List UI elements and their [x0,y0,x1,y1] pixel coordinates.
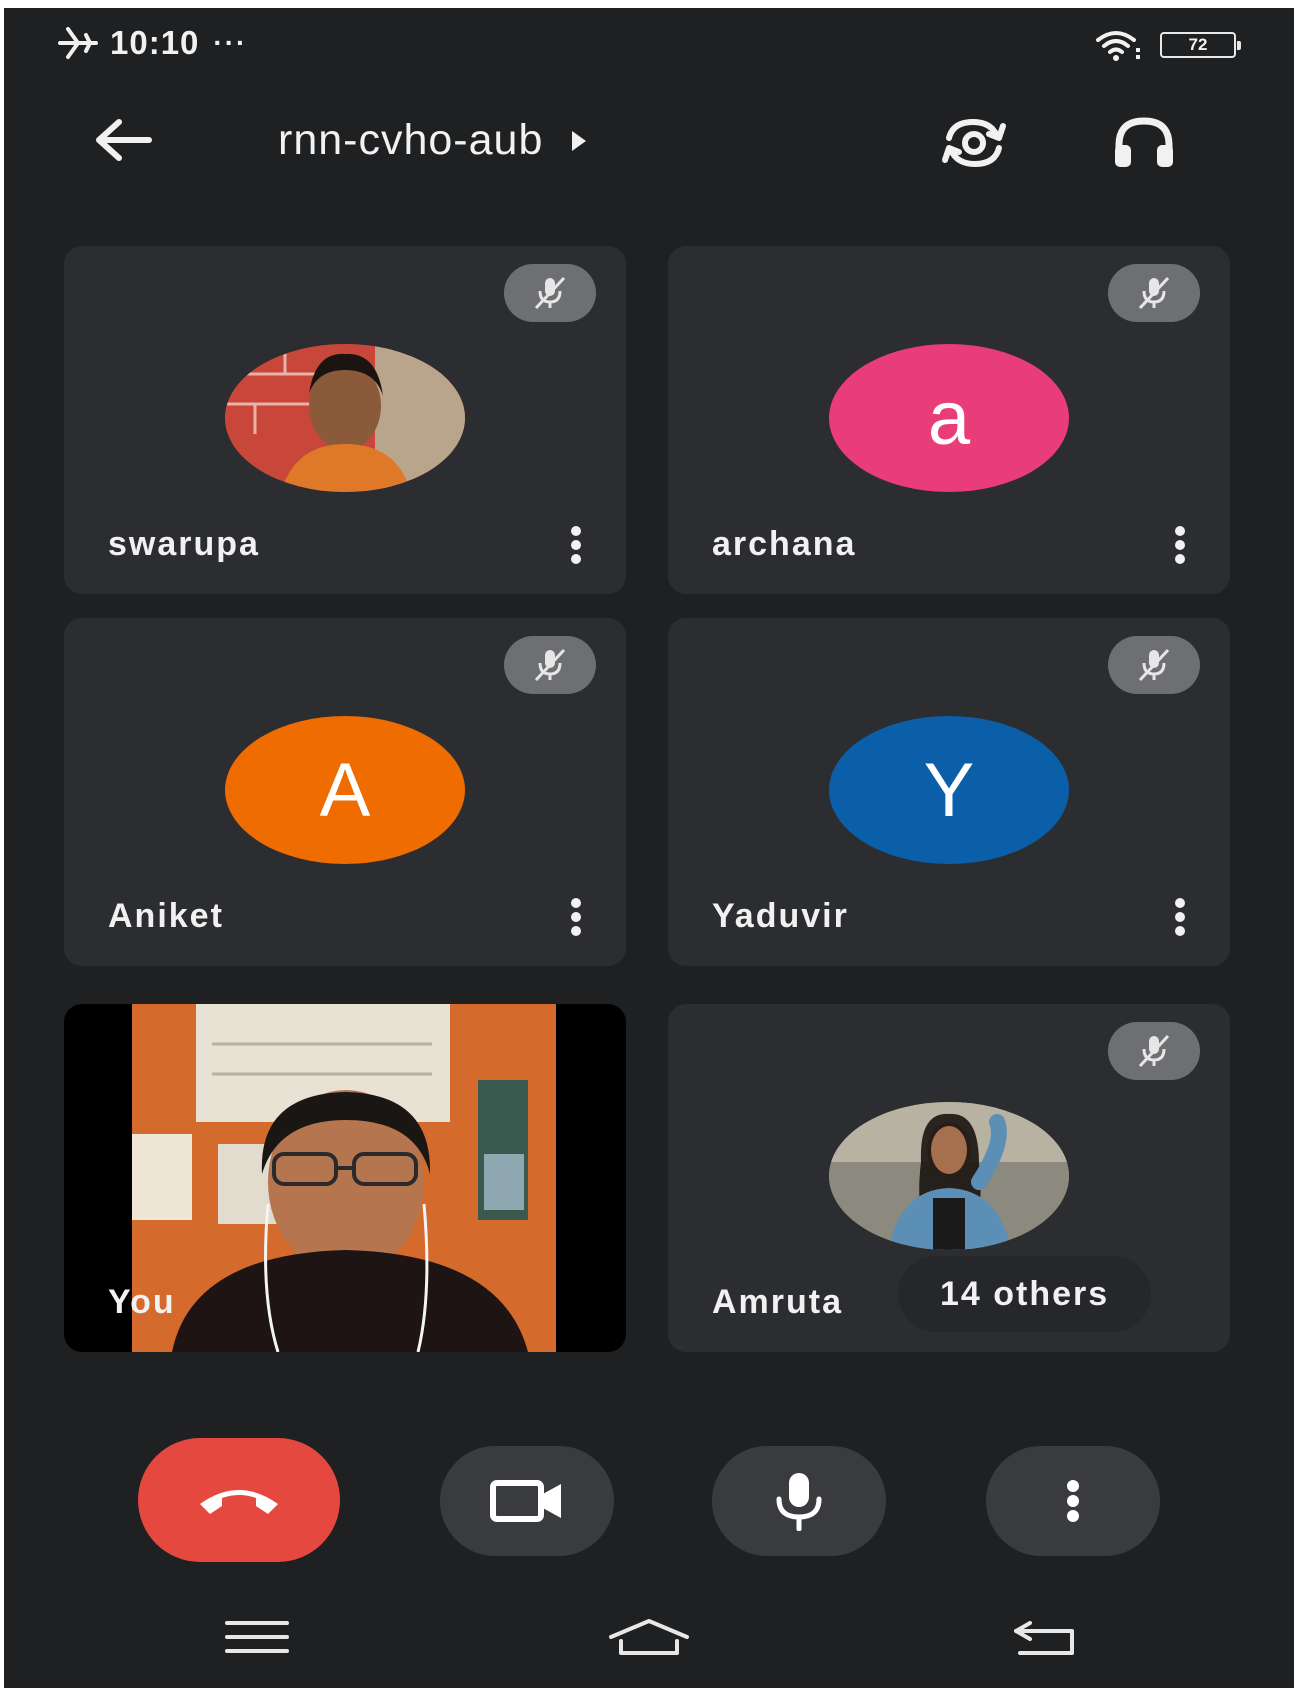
avatar-initial: Y [829,716,1069,864]
participant-name: Amruta [712,1283,844,1321]
participant-tile-yaduvir[interactable]: Y Yaduvir [668,618,1230,966]
participant-photo [225,344,465,492]
call-controls [4,1438,1294,1568]
status-overflow-dots: ··· [213,27,248,58]
battery-icon: 72 [1160,32,1241,58]
participant-options-button[interactable] [556,520,596,570]
system-nav-bar [4,1598,1294,1678]
participant-options-button[interactable] [1160,892,1200,942]
muted-badge [504,264,596,322]
meet-call-screen: 10:10 ··· 72 rnn-cvho-aub swarupa a arch… [4,8,1294,1688]
more-vert-icon [1175,526,1185,564]
muted-badge [1108,1022,1200,1080]
muted-badge [1108,636,1200,694]
home-icon [609,1619,689,1655]
participant-tile-aniket[interactable]: A Aniket [64,618,626,966]
muted-badge [1108,264,1200,322]
more-vert-icon [1175,898,1185,936]
switch-camera-icon [942,118,1006,168]
mic-off-icon [1138,648,1170,682]
avatar-initial: a [829,344,1069,492]
more-options-button[interactable] [986,1446,1160,1556]
participant-name: Yaduvir [712,897,849,935]
participant-name: swarupa [108,525,260,563]
video-camera-icon [490,1480,561,1522]
mic-off-icon [1138,276,1170,310]
meeting-info-button[interactable]: rnn-cvho-aub [278,116,587,165]
more-vert-icon [571,898,581,936]
back-arrow-icon [96,119,152,161]
status-bar: 10:10 ··· 72 [4,8,1294,78]
back-icon [1014,1621,1074,1655]
mic-off-icon [1138,1034,1170,1068]
self-video-image [132,1004,556,1352]
audio-output-button[interactable] [1104,108,1184,178]
others-count-button[interactable]: 14 others [898,1256,1152,1332]
microphone-icon [776,1473,822,1531]
avatar-initial: A [225,716,465,864]
meeting-header: rnn-cvho-aub [4,88,1294,198]
participant-options-button[interactable] [1160,520,1200,570]
self-view-tile[interactable]: You [64,1004,626,1352]
home-button[interactable] [604,1612,694,1662]
meeting-code: rnn-cvho-aub [278,116,544,164]
participant-name: You [108,1283,176,1321]
play-triangle-icon [572,130,587,151]
headphones-icon [1115,117,1173,167]
participant-options-button[interactable] [556,892,596,942]
end-call-icon [200,1490,278,1514]
self-video-feed [132,1004,556,1352]
recents-button[interactable] [212,1612,302,1662]
more-vert-icon [571,526,581,564]
participant-name: Aniket [108,897,224,935]
battery-level: 72 [1188,35,1208,54]
mic-off-icon [534,648,566,682]
camera-toggle-button[interactable] [440,1446,614,1556]
end-call-button[interactable] [138,1438,340,1562]
person-photo [829,1102,1069,1250]
menu-icon [225,1621,289,1653]
mic-off-icon [534,276,566,310]
switch-camera-button[interactable] [934,108,1014,178]
status-right: 72 [1092,28,1241,62]
status-left: 10:10 ··· [58,24,247,62]
participant-tile-archana[interactable]: a archana [668,246,1230,594]
airplane-icon [58,27,98,59]
status-time: 10:10 [110,24,200,61]
participant-tile-amruta[interactable]: Amruta 14 others [668,1004,1230,1352]
muted-badge [504,636,596,694]
system-back-button[interactable] [1000,1612,1090,1662]
wifi-icon [1096,31,1140,61]
participant-tile-swarupa[interactable]: swarupa [64,246,626,594]
participant-name: archana [712,525,857,563]
microphone-toggle-button[interactable] [712,1446,886,1556]
back-button[interactable] [88,110,158,170]
more-vert-icon [1067,1480,1079,1522]
person-photo [225,344,465,492]
participant-photo [829,1102,1069,1250]
